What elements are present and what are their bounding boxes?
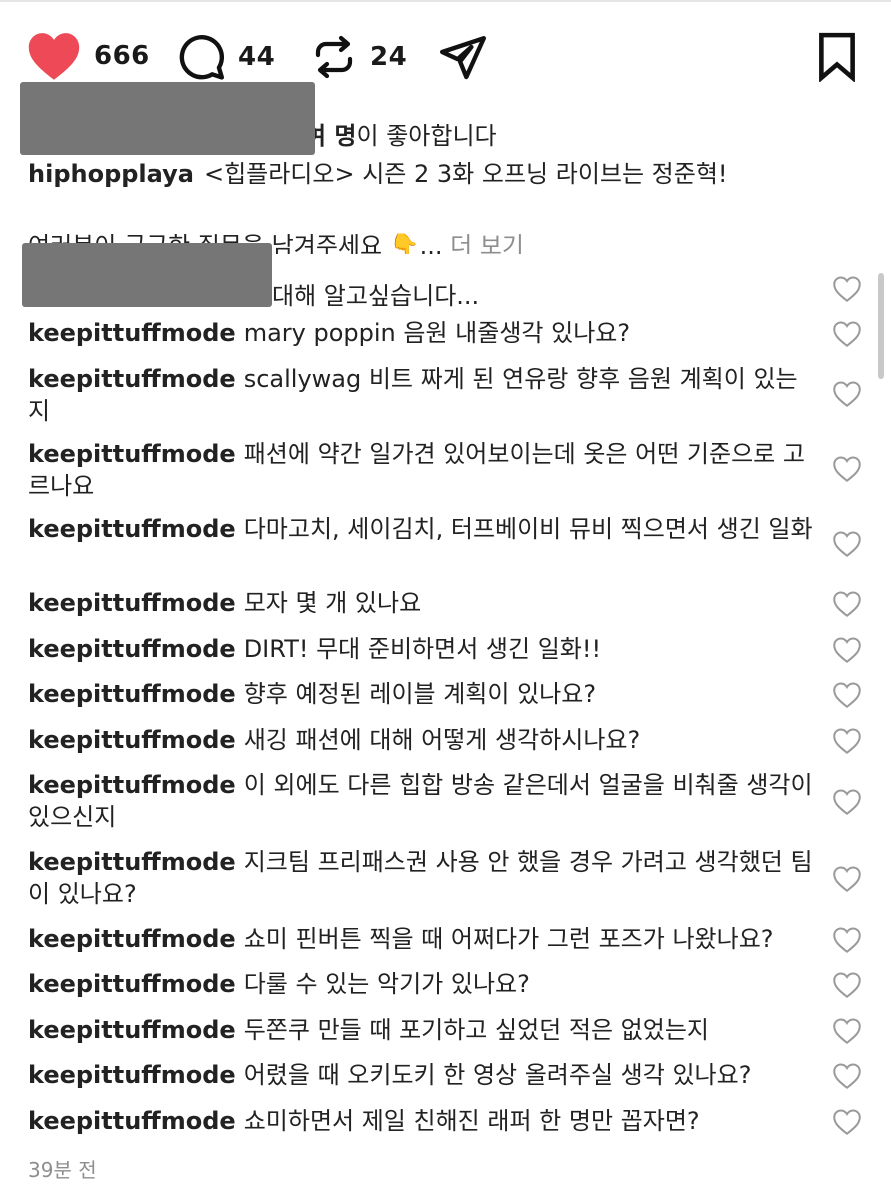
comment-username[interactable]: keepittuffmode: [28, 1107, 236, 1135]
comment-text: mary poppin 음원 내줄생각 있나요?: [243, 319, 631, 347]
comment-username[interactable]: keepittuffmode: [28, 1016, 236, 1044]
comment-text: 향후 예정된 레이블 계획이 있나요?: [243, 680, 597, 708]
comment-action[interactable]: 44: [176, 32, 275, 82]
heart-outline-icon: [833, 637, 861, 664]
share-action[interactable]: [436, 32, 490, 82]
comment-count[interactable]: 44: [238, 42, 275, 72]
comment-like-button[interactable]: [832, 788, 862, 816]
comment-like-button[interactable]: [832, 590, 862, 618]
comment-text: 다룰 수 있는 악기가 있나요?: [243, 970, 530, 998]
heart-outline-icon: [833, 276, 861, 303]
heart-outline-icon: [833, 728, 861, 755]
comment-like-button[interactable]: [832, 636, 862, 664]
comment-item: keepittuffmode 두쫀쿠 만들 때 포기하고 싶었던 적은 없었는지: [28, 1014, 818, 1046]
comment-username[interactable]: keepittuffmode: [28, 1061, 236, 1089]
comment-like-button[interactable]: [832, 320, 862, 348]
redacted-area: [22, 243, 272, 307]
heart-outline-icon: [833, 531, 861, 558]
comment-like-button[interactable]: [832, 1108, 862, 1136]
comment-like-button[interactable]: [832, 380, 862, 408]
more-button[interactable]: 더 보기: [450, 232, 524, 254]
heart-outline-icon: [833, 1109, 861, 1136]
comment-like-button[interactable]: [832, 865, 862, 893]
comment-item: keepittuffmode 다마고치, 세이김치, 터프베이비 뮤비 찍으면서 …: [28, 513, 818, 545]
comment-text: 두쫀쿠 만들 때 포기하고 싶었던 적은 없었는지: [243, 1016, 709, 1044]
comment-like-button[interactable]: [832, 275, 862, 303]
heart-filled-icon[interactable]: [26, 30, 82, 82]
comment-item: keepittuffmode DIRT! 무대 준비하면서 생긴 일화!!: [28, 633, 818, 665]
comment-username[interactable]: keepittuffmode: [28, 365, 236, 393]
post-action-bar: 666 44 24: [0, 28, 891, 90]
comment-item: keepittuffmode 쇼미 핀버튼 찍을 때 어쩌다가 그런 포즈가 나왔…: [28, 923, 818, 955]
comment-item: keepittuffmode 이 외에도 다른 힙합 방송 같은데서 얼굴을 비춰…: [28, 769, 818, 833]
comment-item: keepittuffmode 쇼미하면서 제일 친해진 래퍼 한 명만 꼽자면?: [28, 1105, 818, 1137]
comment-like-button[interactable]: [832, 1062, 862, 1090]
comment-username[interactable]: keepittuffmode: [28, 726, 236, 754]
comment-like-button[interactable]: [832, 681, 862, 709]
heart-outline-icon: [833, 591, 861, 618]
comment-text: 새깅 패션에 대해 어떻게 생각하시나요?: [243, 726, 641, 754]
heart-outline-icon: [833, 972, 861, 999]
comment-bubble-icon[interactable]: [176, 32, 226, 82]
comment-username[interactable]: keepittuffmode: [28, 970, 236, 998]
comment-like-button[interactable]: [832, 727, 862, 755]
bookmark-icon[interactable]: [814, 32, 860, 82]
heart-outline-icon: [833, 381, 861, 408]
heart-outline-icon: [833, 682, 861, 709]
comment-username[interactable]: keepittuffmode: [28, 440, 236, 468]
comment-text: 쇼미 핀버튼 찍을 때 어쩌다가 그런 포즈가 나왔나요?: [243, 925, 774, 953]
heart-outline-icon: [833, 456, 861, 483]
comment-like-button[interactable]: [832, 971, 862, 999]
comment-username[interactable]: keepittuffmode: [28, 848, 236, 876]
heart-outline-icon: [833, 789, 861, 816]
comment-item: keepittuffmode 패션에 약간 일가견 있어보이는데 옷은 어떤 기준…: [28, 438, 818, 502]
top-divider: [0, 0, 891, 2]
comment-item: keepittuffmode 향후 예정된 레이블 계획이 있나요?: [28, 678, 818, 710]
heart-outline-icon: [833, 1063, 861, 1090]
redacted-area: [20, 82, 315, 155]
comment-like-button[interactable]: [832, 455, 862, 483]
comment-username[interactable]: keepittuffmode: [28, 319, 236, 347]
save-action[interactable]: [814, 32, 860, 82]
comment-text-partial: 대해 알고싶습니다...: [272, 282, 480, 310]
comment-text: DIRT! 무대 준비하면서 생긴 일화!!: [243, 635, 602, 663]
heart-outline-icon: [833, 321, 861, 348]
heart-outline-icon: [833, 927, 861, 954]
comment-username[interactable]: keepittuffmode: [28, 771, 236, 799]
comment-text: 다마고치, 세이김치, 터프베이비 뮤비 찍으면서 생긴 일화: [243, 515, 813, 543]
repost-action[interactable]: 24: [310, 32, 407, 82]
comment-item: keepittuffmode 새깅 패션에 대해 어떻게 생각하시나요?: [28, 724, 818, 756]
comment-like-button[interactable]: [832, 1017, 862, 1045]
heart-outline-icon: [833, 866, 861, 893]
send-paper-plane-icon[interactable]: [436, 32, 490, 82]
comment-username[interactable]: keepittuffmode: [28, 635, 236, 663]
comment-text: 어렸을 때 오키도키 한 영상 올려주실 생각 있나요?: [243, 1061, 752, 1089]
comment-like-button[interactable]: [832, 926, 862, 954]
scrollbar[interactable]: [878, 273, 884, 379]
comment-item: keepittuffmode 다룰 수 있는 악기가 있나요?: [28, 968, 818, 1000]
comment-username[interactable]: keepittuffmode: [28, 680, 236, 708]
comment-text: 모자 몇 개 있나요: [243, 589, 422, 617]
heart-outline-icon: [833, 1018, 861, 1045]
like-count[interactable]: 666: [94, 41, 150, 71]
likes-summary-text: 이 좋아합니다: [356, 122, 497, 150]
comment-item: keepittuffmode 어렸을 때 오키도키 한 영상 올려주실 생각 있나…: [28, 1059, 818, 1091]
repost-count[interactable]: 24: [370, 42, 407, 72]
comment-text: 쇼미하면서 제일 친해진 래퍼 한 명만 꼽자면?: [243, 1107, 700, 1135]
comment-username[interactable]: keepittuffmode: [28, 515, 236, 543]
comment-username[interactable]: keepittuffmode: [28, 589, 236, 617]
comment-item: keepittuffmode mary poppin 음원 내줄생각 있나요?: [28, 317, 818, 349]
post-timestamp: 39분 전: [28, 1158, 97, 1182]
post-caption: hiphopplaya <힙플라디오> 시즌 2 3화 오프닝 라이브는 정준혁!: [28, 156, 868, 192]
comment-item: keepittuffmode 모자 몇 개 있나요: [28, 587, 818, 619]
comment-item: keepittuffmode scallywag 비트 짜게 된 연유랑 향후 음…: [28, 363, 818, 427]
caption-text: <힙플라디오> 시즌 2 3화 오프닝 라이브는 정준혁!: [203, 160, 728, 188]
caption-username[interactable]: hiphopplaya: [28, 160, 194, 188]
comment-like-button[interactable]: [832, 530, 862, 558]
like-action[interactable]: 666: [26, 30, 150, 82]
comment-username[interactable]: keepittuffmode: [28, 925, 236, 953]
repost-icon[interactable]: [310, 32, 358, 82]
comment-item: keepittuffmode 지크팀 프리패스권 사용 안 했을 경우 가려고 생…: [28, 846, 818, 910]
